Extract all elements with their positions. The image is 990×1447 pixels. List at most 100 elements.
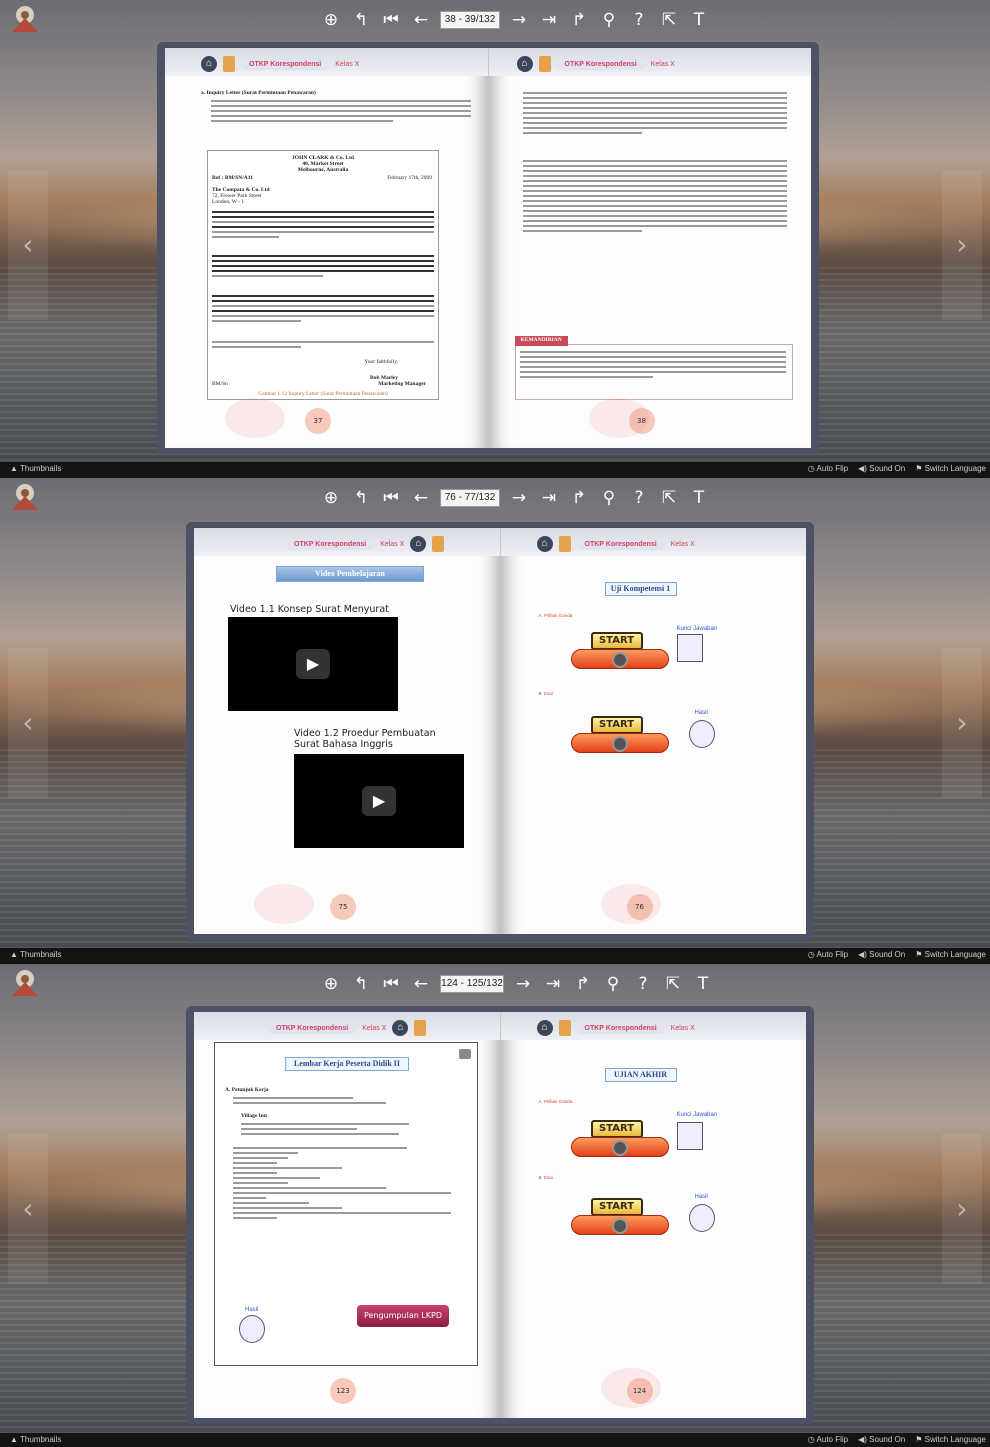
left-page[interactable]: OTKP Korespondensi Kelas X ⌂ Video Pembe… [194, 528, 501, 934]
next-page-icon[interactable]: → [504, 486, 534, 510]
start-knob [611, 1140, 628, 1156]
first-page-icon[interactable]: ⏮ [376, 486, 406, 510]
text-icon[interactable]: T [684, 8, 714, 32]
start-button-b[interactable]: START [570, 716, 671, 762]
search-icon[interactable]: ⚲ [594, 486, 624, 510]
prev-arrow[interactable]: ‹ [8, 170, 48, 320]
help-icon[interactable]: ? [624, 486, 654, 510]
home-icon[interactable]: ⌂ [410, 536, 427, 552]
thumbnails-button[interactable]: ▲ Thumbnails [10, 948, 61, 962]
home-icon[interactable]: ⌂ [536, 536, 553, 552]
home-icon[interactable]: ⌂ [201, 56, 217, 72]
page-indicator[interactable]: 38 - 39/132 [440, 11, 500, 29]
home-icon[interactable]: ⌂ [536, 1020, 553, 1036]
help-icon[interactable]: ? [628, 972, 658, 996]
next-arrow[interactable]: › [942, 1134, 982, 1284]
prev-arrow[interactable]: ‹ [8, 648, 48, 798]
switch-language-button[interactable]: ⚑ Switch Language [915, 1433, 986, 1447]
back-icon[interactable]: ↰ [346, 486, 376, 510]
video-player-2[interactable]: ▶ [294, 754, 464, 848]
sound-button[interactable]: ◀) Sound On [858, 1433, 905, 1447]
back-icon[interactable]: ↰ [346, 8, 376, 32]
result-icon[interactable] [688, 720, 715, 748]
next-arrow[interactable]: › [942, 170, 982, 320]
last-page-icon[interactable]: ⇥ [534, 8, 564, 32]
left-page[interactable]: OTKP Korespondensi Kelas X ⌂ Lembar Kerj… [194, 1012, 501, 1418]
forward-icon[interactable]: ↱ [564, 8, 594, 32]
text-icon[interactable]: T [684, 486, 714, 510]
zoom-in-icon[interactable]: ⊕ [316, 8, 346, 32]
recipient-line3: London, W - 1 [212, 199, 245, 205]
last-page-icon[interactable]: ⇥ [538, 972, 568, 996]
zoom-in-icon[interactable]: ⊕ [316, 486, 346, 510]
sound-button[interactable]: ◀) Sound On [858, 462, 905, 476]
right-page[interactable]: ⌂ OTKP Korespondensi Kelas X UJIAN AKHIR… [500, 1012, 806, 1418]
answer-key-link[interactable]: Kunci Jawaban [677, 626, 718, 632]
next-page-icon[interactable]: → [504, 8, 534, 32]
right-page[interactable]: ⌂ OTKP Korespondensi Kelas X Uji Kompete… [500, 528, 806, 934]
flipbook-panel-3: ⊕ ↰ ⏮ ← 124 - 125/132 → ⇥ ↱ ⚲ ? ⇱ T ‹ › … [0, 964, 990, 1447]
page-number: 124 [626, 1378, 653, 1404]
page-indicator[interactable]: 124 - 125/132 [440, 975, 504, 993]
auto-flip-button[interactable]: ◷ Auto Flip [808, 1433, 848, 1447]
text-icon[interactable]: T [688, 972, 718, 996]
share-icon[interactable]: ⇱ [658, 972, 688, 996]
switch-language-button[interactable]: ⚑ Switch Language [915, 948, 986, 962]
hasil-link[interactable]: Hasil [245, 1307, 258, 1313]
forward-icon[interactable]: ↱ [564, 486, 594, 510]
home-icon[interactable]: ⌂ [392, 1020, 409, 1036]
result-icon[interactable] [239, 1315, 265, 1343]
play-icon[interactable]: ▶ [362, 786, 396, 816]
next-page-icon[interactable]: → [508, 972, 538, 996]
thumbnails-button[interactable]: ▲ Thumbnails [10, 1433, 61, 1447]
print-icon[interactable] [459, 1049, 471, 1059]
book: OTKP Korespondensi Kelas X ⌂ Lembar Kerj… [186, 1006, 814, 1424]
sound-button[interactable]: ◀) Sound On [858, 948, 905, 962]
start-button-a[interactable]: START [570, 1120, 671, 1166]
home-icon[interactable]: ⌂ [516, 56, 533, 72]
answer-key-icon[interactable] [676, 1122, 703, 1150]
start-button-b[interactable]: START [570, 1198, 671, 1244]
pengumpulan-label: Pengumpulan LKPD [363, 1311, 443, 1320]
result-icon[interactable] [688, 1204, 715, 1232]
share-icon[interactable]: ⇱ [654, 486, 684, 510]
prev-arrow[interactable]: ‹ [8, 1134, 48, 1284]
zoom-in-icon[interactable]: ⊕ [316, 972, 346, 996]
thumbnails-button[interactable]: ▲ Thumbnails [10, 462, 61, 476]
section-b-heading: B. Esai [538, 1175, 553, 1180]
search-icon[interactable]: ⚲ [594, 8, 624, 32]
prev-page-icon[interactable]: ← [406, 972, 436, 996]
answer-key-link[interactable]: Kunci Jawaban [677, 1112, 718, 1118]
first-page-icon[interactable]: ⏮ [376, 8, 406, 32]
help-icon[interactable]: ? [624, 8, 654, 32]
left-page[interactable]: ⌂ OTKP Korespondensi Kelas X a. Inquiry … [165, 48, 489, 448]
last-page-icon[interactable]: ⇥ [534, 486, 564, 510]
next-arrow[interactable]: › [942, 648, 982, 798]
section-b-heading: B. Esai [538, 691, 553, 696]
start-button-a[interactable]: START [570, 632, 671, 678]
hasil-link[interactable]: Hasil [695, 710, 708, 716]
search-icon[interactable]: ⚲ [598, 972, 628, 996]
share-icon[interactable]: ⇱ [654, 8, 684, 32]
pengumpulan-lkpd-button[interactable]: Pengumpulan LKPD [357, 1305, 449, 1327]
page-spread: ⌂ OTKP Korespondensi Kelas X a. Inquiry … [165, 48, 811, 448]
switch-language-button[interactable]: ⚑ Switch Language [915, 462, 986, 476]
right-page[interactable]: ⌂ OTKP Korespondensi Kelas X KEMANDIRIAN [488, 48, 811, 448]
play-icon[interactable]: ▶ [296, 649, 330, 679]
auto-flip-button[interactable]: ◷ Auto Flip [808, 462, 848, 476]
first-page-icon[interactable]: ⏮ [376, 972, 406, 996]
page-header: ⌂ OTKP Korespondensi Kelas X [488, 48, 811, 76]
answer-key-icon[interactable] [676, 634, 703, 662]
auto-flip-button[interactable]: ◷ Auto Flip [808, 948, 848, 962]
sound-label: Sound On [869, 950, 906, 959]
forward-icon[interactable]: ↱ [568, 972, 598, 996]
lkpd-steps-1 [233, 1097, 451, 1107]
prev-page-icon[interactable]: ← [406, 8, 436, 32]
hasil-link[interactable]: Hasil [695, 1194, 708, 1200]
prev-page-icon[interactable]: ← [406, 486, 436, 510]
page-indicator[interactable]: 76 - 77/132 [440, 489, 500, 507]
video-player-1[interactable]: ▶ [228, 617, 398, 711]
page-number: 37 [305, 408, 331, 434]
back-icon[interactable]: ↰ [346, 972, 376, 996]
course-tag: OTKP Korespondensi [576, 1022, 665, 1034]
